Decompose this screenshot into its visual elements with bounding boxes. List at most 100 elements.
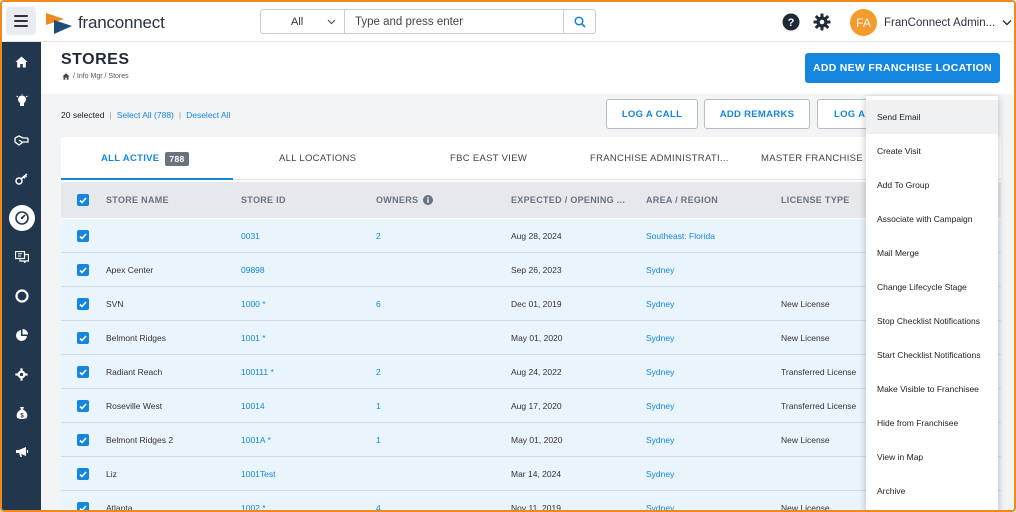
menu-item-associate-with-campaign[interactable]: Associate with Campaign bbox=[866, 202, 998, 236]
sidebar-item-dashboard[interactable] bbox=[2, 203, 41, 233]
sidebar-item-ideas[interactable] bbox=[2, 86, 41, 116]
row-checkbox[interactable] bbox=[77, 230, 89, 242]
row-checkbox[interactable] bbox=[77, 264, 89, 276]
row-checkbox[interactable] bbox=[77, 468, 89, 480]
menu-item-mail-merge[interactable]: Mail Merge bbox=[866, 236, 998, 270]
cell-owners[interactable]: 1 bbox=[376, 389, 381, 422]
cell-license: New License bbox=[781, 298, 830, 309]
menu-item-start-checklist-notifications[interactable]: Start Checklist Notifications bbox=[866, 338, 998, 372]
menu-item-make-visible-to-franchisee[interactable]: Make Visible to Franchisee bbox=[866, 372, 998, 406]
row-checkbox[interactable] bbox=[77, 502, 89, 510]
tab-master-franchise[interactable]: MASTER FRANCHISE bbox=[761, 137, 863, 180]
cell-id[interactable]: 09898 bbox=[241, 253, 265, 286]
cell-owners[interactable]: 1 bbox=[376, 423, 381, 456]
sidebar-item-home[interactable] bbox=[2, 47, 41, 77]
cell-id[interactable]: 1001 * bbox=[241, 321, 266, 354]
sidebar-item-deals[interactable] bbox=[2, 125, 41, 155]
column-header-owners[interactable]: OWNERS bbox=[376, 182, 434, 218]
search-input[interactable] bbox=[345, 10, 563, 33]
sidebar-item-finance[interactable]: $ bbox=[2, 398, 41, 428]
cell-region[interactable]: Sydney bbox=[646, 253, 674, 286]
menu-item-hide-from-franchisee[interactable]: Hide from Franchisee bbox=[866, 406, 998, 440]
cell-region[interactable]: Sydney bbox=[646, 321, 674, 354]
home-icon[interactable] bbox=[62, 73, 70, 80]
search-button[interactable] bbox=[563, 10, 595, 33]
column-header-store-name[interactable]: STORE NAME bbox=[106, 182, 169, 218]
menu-icon[interactable] bbox=[6, 7, 36, 35]
cell-id[interactable]: 100111 * bbox=[241, 355, 274, 388]
column-header-license-type[interactable]: LICENSE TYPE bbox=[781, 182, 850, 218]
row-checkbox[interactable] bbox=[77, 366, 89, 378]
cell-owners[interactable]: 6 bbox=[376, 287, 381, 320]
cell-region[interactable]: Sydney bbox=[646, 491, 674, 511]
select-all-link[interactable]: Select All (788) bbox=[117, 110, 174, 120]
table-row[interactable]: Belmont Ridges 1001 * May 01, 2020 Sydney Ne… bbox=[61, 321, 1001, 355]
cell-region[interactable]: Sydney bbox=[646, 423, 674, 456]
gear-icon[interactable] bbox=[813, 13, 831, 31]
column-header-opening-date[interactable]: EXPECTED / OPENING ... bbox=[511, 182, 625, 218]
info-icon[interactable] bbox=[423, 195, 434, 205]
sidebar-item-keys[interactable] bbox=[2, 164, 41, 194]
cell-id[interactable]: 10014 bbox=[241, 389, 265, 422]
row-checkbox[interactable] bbox=[77, 400, 89, 412]
row-checkbox[interactable] bbox=[77, 298, 89, 310]
deselect-all-link[interactable]: Deselect All bbox=[186, 110, 230, 120]
log-call-button[interactable]: LOG A CALL bbox=[606, 99, 698, 129]
column-header-area-region[interactable]: AREA / REGION bbox=[646, 182, 718, 218]
help-icon[interactable]: ? bbox=[782, 13, 800, 31]
breadcrumb-text[interactable]: / Info Mgr / Stores bbox=[73, 73, 129, 80]
cell-owners[interactable]: 4 bbox=[376, 491, 381, 511]
table-row[interactable]: 0031 2 Aug 28, 2024 Southeast: Florida bbox=[61, 219, 1001, 253]
cell-id[interactable]: 1001A * bbox=[241, 423, 271, 456]
row-checkbox[interactable] bbox=[77, 434, 89, 446]
cell-owners[interactable]: 2 bbox=[376, 355, 381, 388]
table-row[interactable]: Liz 1001Test Mar 14, 2024 Sydney bbox=[61, 457, 1001, 491]
table-row[interactable]: Roseville West 10014 1 Aug 17, 2020 Sydney Tr… bbox=[61, 389, 1001, 423]
tab-all-active[interactable]: ALL ACTIVE 788 bbox=[101, 137, 189, 180]
logo[interactable]: franconnect bbox=[44, 10, 165, 36]
tab-fbc-east-view[interactable]: FBC EAST VIEW bbox=[450, 137, 527, 180]
cell-id[interactable]: 1002 * bbox=[241, 491, 266, 511]
cell-region[interactable]: Sydney bbox=[646, 355, 674, 388]
search-scope-select[interactable]: All bbox=[261, 10, 345, 33]
sidebar-item-reports[interactable] bbox=[2, 320, 41, 350]
cell-date: May 01, 2020 bbox=[511, 434, 563, 445]
menu-item-send-email[interactable]: Send Email bbox=[866, 100, 998, 134]
column-header-store-id[interactable]: STORE ID bbox=[241, 182, 286, 218]
table-row[interactable]: Belmont Ridges 2 1001A * 1 May 01, 2020 Sydn… bbox=[61, 423, 1001, 457]
menu-item-stop-checklist-notifications[interactable]: Stop Checklist Notifications bbox=[866, 304, 998, 338]
cell-owners[interactable]: 2 bbox=[376, 219, 381, 252]
menu-item-change-lifecycle-stage[interactable]: Change Lifecycle Stage bbox=[866, 270, 998, 304]
add-franchise-location-button[interactable]: ADD NEW FRANCHISE LOCATION bbox=[805, 53, 1000, 83]
select-all-checkbox[interactable] bbox=[77, 194, 89, 206]
cell-name: Belmont Ridges 2 bbox=[106, 434, 174, 445]
menu-item-archive[interactable]: Archive bbox=[866, 474, 998, 508]
sidebar-item-support[interactable] bbox=[2, 281, 41, 311]
sidebar-item-admin[interactable] bbox=[2, 359, 41, 389]
row-checkbox[interactable] bbox=[77, 332, 89, 344]
sidebar-item-marketing[interactable] bbox=[2, 437, 41, 467]
table-row[interactable]: SVN 1000 * 6 Dec 01, 2019 Sydney New License bbox=[61, 287, 1001, 321]
user-menu[interactable]: FA FranConnect Admin... bbox=[850, 9, 1012, 36]
cell-id[interactable]: 0031 bbox=[241, 219, 260, 252]
active-tab-indicator bbox=[61, 178, 233, 180]
cell-region[interactable]: Sydney bbox=[646, 457, 674, 490]
table-row[interactable]: Radiant Reach 100111 * 2 Aug 24, 2022 Sydney… bbox=[61, 355, 1001, 389]
cell-license: Transferred License bbox=[781, 366, 857, 377]
key-icon bbox=[14, 173, 27, 185]
tab-franchise-administration[interactable]: FRANCHISE ADMINISTRATI... bbox=[590, 137, 729, 180]
table-row[interactable]: Apex Center 09898 Sep 26, 2023 Sydney bbox=[61, 253, 1001, 287]
menu-item-view-in-map[interactable]: View in Map bbox=[866, 440, 998, 474]
sidebar-item-messages[interactable] bbox=[2, 242, 41, 272]
cell-id[interactable]: 1000 * bbox=[241, 287, 266, 320]
table-row[interactable]: Atlanta 1002 * 4 Nov 11, 2019 Sydney New Lice… bbox=[61, 491, 1001, 511]
cell-id[interactable]: 1001Test bbox=[241, 457, 276, 490]
tab-count-badge: 788 bbox=[165, 151, 189, 166]
cell-region[interactable]: Sydney bbox=[646, 287, 674, 320]
add-remarks-button[interactable]: ADD REMARKS bbox=[704, 99, 810, 129]
menu-item-add-to-group[interactable]: Add To Group bbox=[866, 168, 998, 202]
cell-region[interactable]: Sydney bbox=[646, 389, 674, 422]
tab-all-locations[interactable]: ALL LOCATIONS bbox=[279, 137, 356, 180]
menu-item-create-visit[interactable]: Create Visit bbox=[866, 134, 998, 168]
cell-region[interactable]: Southeast: Florida bbox=[646, 219, 715, 252]
